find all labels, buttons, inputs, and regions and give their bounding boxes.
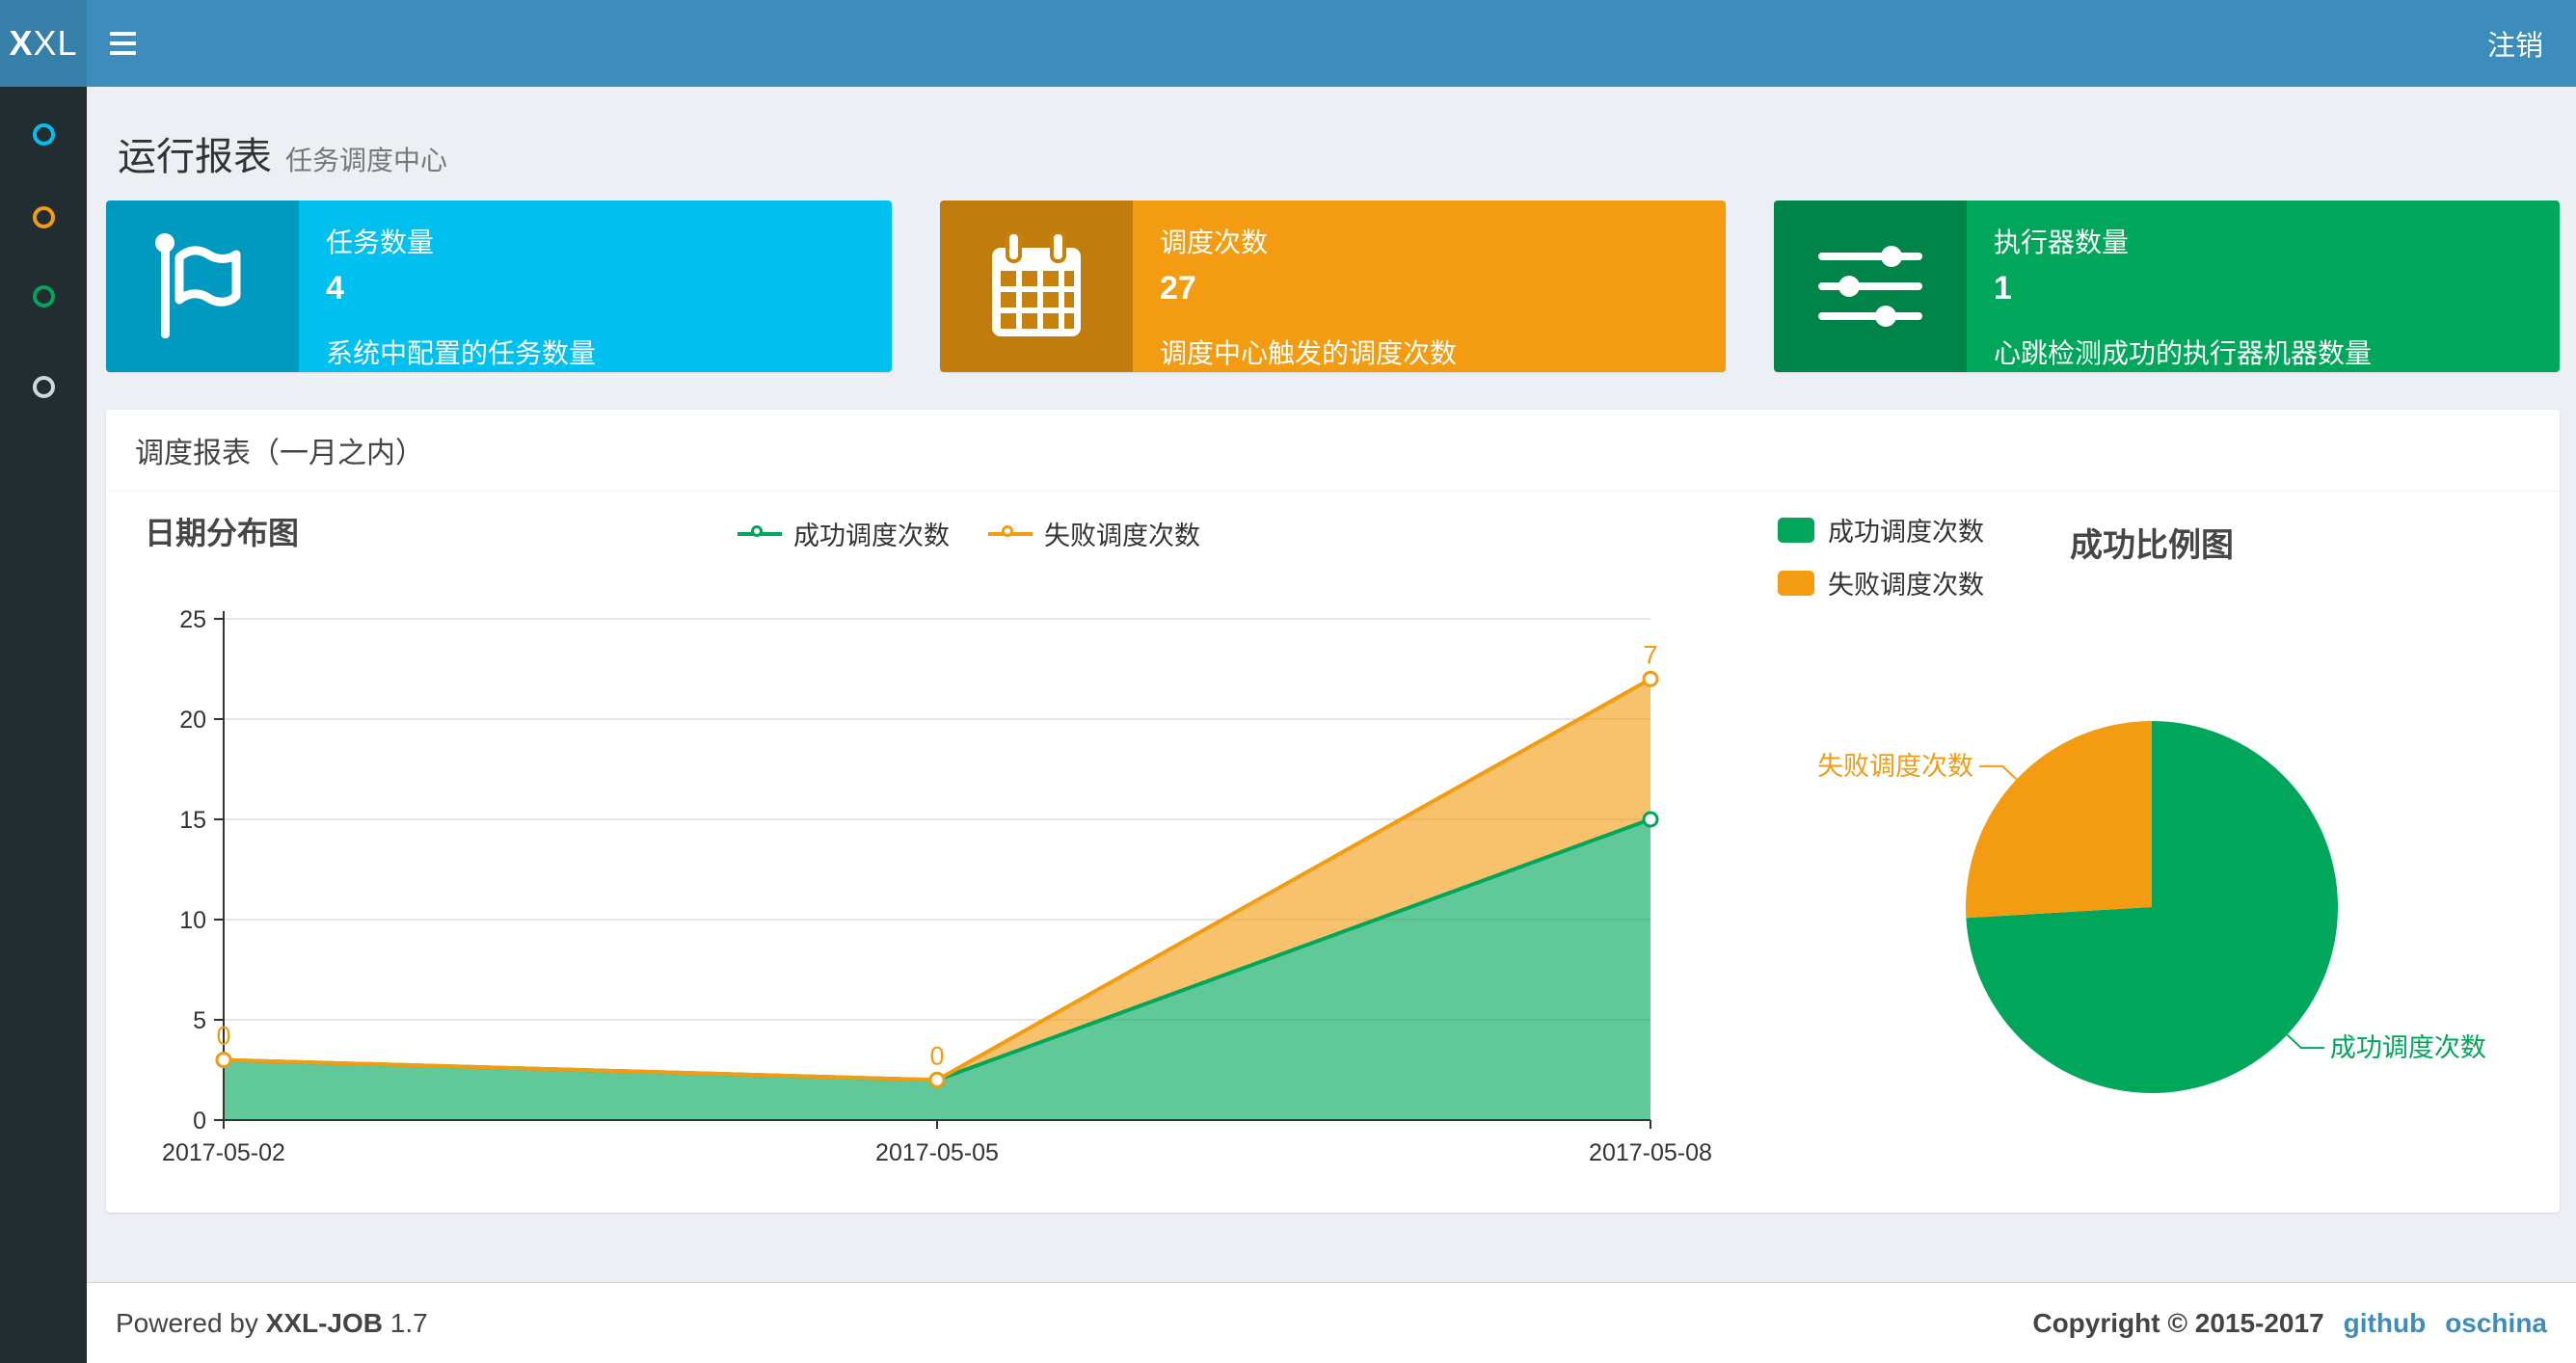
stat-description: 系统中配置的任务数量 bbox=[326, 338, 597, 368]
legend-label: 失败调度次数 bbox=[1828, 571, 1984, 600]
svg-text:10: 10 bbox=[179, 907, 206, 934]
copyright-text: Copyright © 2015-2017 bbox=[2032, 1307, 2324, 1338]
logout-link[interactable]: 注销 bbox=[2487, 23, 2543, 64]
legend-item-success[interactable]: 成功调度次数 bbox=[738, 515, 950, 552]
product-name: XXL-JOB bbox=[265, 1307, 384, 1338]
svg-text:成功调度次数: 成功调度次数 bbox=[2330, 1033, 2486, 1062]
hamburger-icon bbox=[109, 32, 136, 36]
pie-chart-legend: 成功调度次数 失败调度次数 bbox=[1778, 511, 1984, 601]
stat-boxes-row: 任务数量 4 系统中配置的任务数量 调度次数 27 调度中心触发的调度次数 执行… bbox=[106, 200, 2560, 372]
powered-by: Powered by XXL-JOB 1.7 bbox=[116, 1307, 428, 1338]
svg-text:2017-05-08: 2017-05-08 bbox=[1589, 1139, 1712, 1166]
svg-text:5: 5 bbox=[193, 1007, 206, 1034]
stat-title: 执行器数量 bbox=[1994, 227, 2130, 257]
page-footer: Powered by XXL-JOB 1.7 Copyright © 2015-… bbox=[87, 1282, 2576, 1363]
legend-item-fail[interactable]: 失败调度次数 bbox=[1778, 564, 1984, 601]
svg-text:15: 15 bbox=[179, 807, 206, 834]
sidebar-item-2[interactable] bbox=[0, 196, 87, 238]
circle-outline-icon bbox=[32, 205, 55, 228]
line-chart-legend: 成功调度次数 失败调度次数 bbox=[106, 515, 1832, 552]
circle-outline-icon bbox=[32, 375, 55, 398]
legend-item-success[interactable]: 成功调度次数 bbox=[1778, 511, 1984, 548]
circle-outline-icon bbox=[32, 122, 55, 146]
sidebar-item-1[interactable] bbox=[0, 113, 87, 155]
app-logo-text: XXL bbox=[9, 23, 78, 63]
swatch-icon bbox=[1778, 517, 1814, 543]
stat-title: 调度次数 bbox=[1160, 227, 1269, 257]
svg-text:0: 0 bbox=[216, 1022, 230, 1051]
stat-box-executors: 执行器数量 1 心跳检测成功的执行器机器数量 bbox=[1774, 200, 2560, 372]
schedule-report-panel: 调度报表（一月之内） 0 5 10 15 20 25 2017-05-02 2017-05-0… bbox=[106, 410, 2560, 1213]
sliders-icon bbox=[1774, 200, 1967, 372]
svg-text:2017-05-02: 2017-05-02 bbox=[162, 1139, 285, 1166]
line-series-marker-icon bbox=[738, 524, 782, 544]
legend-label: 成功调度次数 bbox=[793, 521, 950, 550]
top-navbar: XXL 注销 bbox=[0, 0, 2576, 87]
stat-value: 1 bbox=[1994, 270, 2012, 307]
hamburger-icon bbox=[109, 51, 136, 55]
svg-text:20: 20 bbox=[179, 707, 206, 734]
github-link[interactable]: github bbox=[2344, 1308, 2427, 1339]
hamburger-icon bbox=[109, 41, 136, 45]
svg-text:0: 0 bbox=[929, 1041, 944, 1070]
svg-text:25: 25 bbox=[179, 606, 206, 633]
xxl-job-dashboard: XXL 注销 运行报表 任务调度中心 任务数量 4 系统中配置的任务数量 调度次… bbox=[0, 0, 2576, 1363]
svg-text:失败调度次数: 失败调度次数 bbox=[1817, 752, 1973, 781]
page-title: 运行报表 bbox=[118, 136, 272, 178]
flag-icon bbox=[106, 200, 299, 372]
line-series-marker-icon bbox=[988, 524, 1033, 544]
app-logo[interactable]: XXL bbox=[0, 0, 87, 87]
stat-description: 调度中心触发的调度次数 bbox=[1160, 338, 1458, 368]
stat-description: 心跳检测成功的执行器机器数量 bbox=[1994, 338, 2373, 368]
swatch-icon bbox=[1778, 570, 1814, 596]
stat-box-triggers: 调度次数 27 调度中心触发的调度次数 bbox=[940, 200, 1726, 372]
oschina-link[interactable]: oschina bbox=[2445, 1308, 2547, 1339]
product-version: 1.7 bbox=[389, 1307, 428, 1338]
legend-item-fail[interactable]: 失败调度次数 bbox=[988, 515, 1200, 552]
charts-canvas: 05101520252017-05-02 2017-05-05 2017-05-08… bbox=[162, 606, 2486, 1166]
sidebar-toggle-button[interactable] bbox=[93, 0, 152, 87]
panel-body: 0 5 10 15 20 25 2017-05-02 2017-05-05 2017-05-08… bbox=[106, 492, 2560, 1213]
svg-text:2017-05-05: 2017-05-05 bbox=[875, 1139, 999, 1166]
sidebar-item-3[interactable] bbox=[0, 275, 87, 317]
stat-title: 任务数量 bbox=[326, 227, 435, 257]
panel-title: 调度报表（一月之内） bbox=[106, 410, 2560, 492]
svg-text:0: 0 bbox=[193, 1108, 206, 1135]
main-content: 运行报表 任务调度中心 任务数量 4 系统中配置的任务数量 调度次数 27 调度… bbox=[87, 87, 2576, 1363]
pie-chart-title: 成功比例图 bbox=[2070, 527, 2234, 564]
circle-outline-icon bbox=[32, 284, 55, 307]
page-subtitle: 任务调度中心 bbox=[285, 146, 448, 175]
stat-value: 4 bbox=[326, 270, 344, 307]
stat-box-jobs: 任务数量 4 系统中配置的任务数量 bbox=[106, 200, 892, 372]
page-header: 运行报表 任务调度中心 bbox=[87, 87, 2576, 181]
calendar-icon bbox=[940, 200, 1133, 372]
legend-label: 失败调度次数 bbox=[1044, 521, 1200, 550]
collapsed-sidebar bbox=[0, 87, 87, 1363]
sidebar-item-4[interactable] bbox=[0, 365, 87, 408]
svg-text:7: 7 bbox=[1643, 640, 1657, 669]
stat-value: 27 bbox=[1160, 270, 1196, 307]
